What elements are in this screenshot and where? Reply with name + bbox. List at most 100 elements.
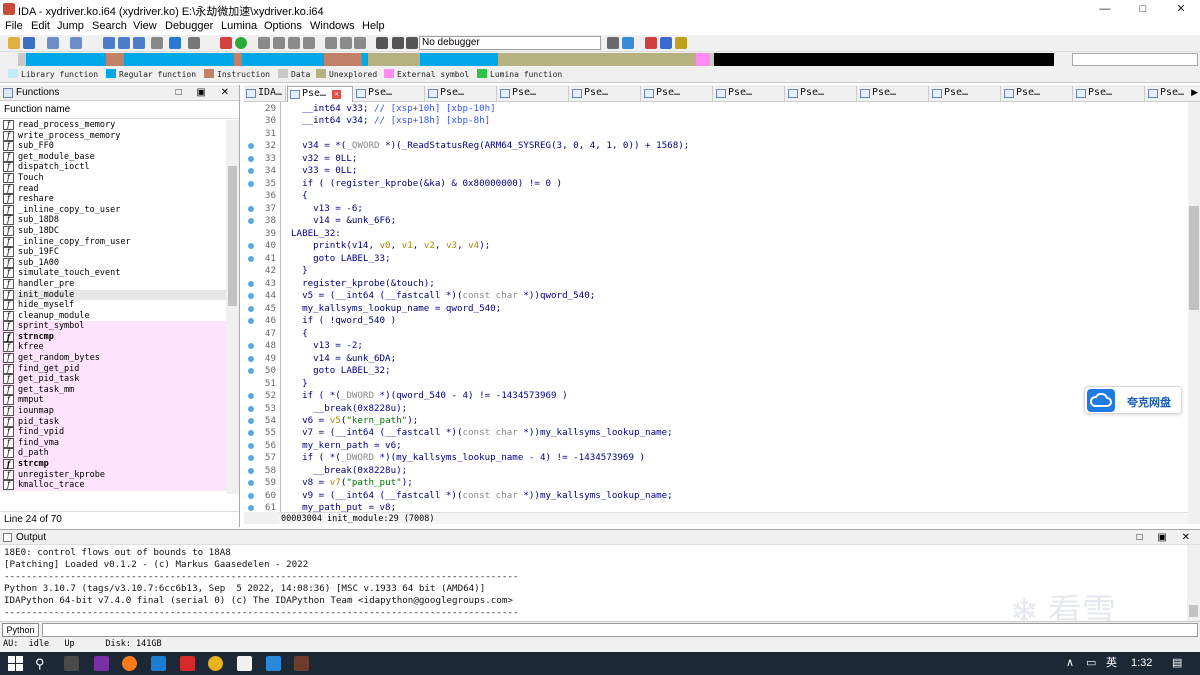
menu-debugger[interactable]: Debugger (165, 20, 213, 32)
code-line[interactable]: 42 } (244, 265, 1188, 277)
code-line[interactable]: 47 { (244, 328, 1188, 340)
code-hscroll-left[interactable] (244, 512, 279, 524)
stop-icon[interactable] (406, 37, 418, 49)
code-line[interactable]: 40 printk(v14, v0, v1, v2, v3, v4); (244, 240, 1188, 252)
back-icon[interactable] (47, 37, 59, 49)
lumina-push-icon[interactable] (660, 37, 672, 49)
tab-pseudocode-4[interactable]: Pse… (498, 86, 569, 102)
function-list-item[interactable]: f read (0, 183, 226, 195)
close-button[interactable]: ✕ (1166, 1, 1196, 17)
breakpoint-marker-icon[interactable] (248, 355, 254, 362)
tab-pseudocode-6[interactable]: Pse… (642, 86, 713, 102)
code-line[interactable]: 34 v33 = 0LL; (244, 165, 1188, 177)
code-line[interactable]: 36 { (244, 190, 1188, 202)
notifications-icon[interactable]: ▤ (1172, 656, 1182, 671)
breakpoint-marker-icon[interactable] (248, 293, 254, 300)
binary-icon[interactable] (133, 37, 145, 49)
function-list-item[interactable]: f get_pid_task (0, 374, 226, 385)
function-list-item[interactable]: f Touch (0, 172, 226, 184)
play-icon[interactable] (376, 37, 388, 49)
code-line[interactable]: 31 (244, 128, 1188, 140)
ida-pro-taskbar-icon[interactable] (294, 656, 309, 671)
onenote-icon[interactable] (94, 656, 109, 671)
function-list-item[interactable]: f write_process_memory (0, 130, 226, 142)
functions-scrollbar[interactable] (226, 120, 239, 494)
code-line[interactable]: 54 v6 = v5("kern_path"); (244, 415, 1188, 427)
tab-pseudocode-13[interactable]: Pse… (1146, 86, 1200, 102)
nav-select[interactable] (1072, 53, 1198, 66)
folder-icon[interactable] (151, 656, 166, 671)
code-line[interactable]: 35 if ( (register_kprobe(&ka) & 0x800000… (244, 178, 1188, 190)
function-list-item[interactable]: f _inline_copy_from_user (0, 236, 226, 248)
tab-pseudocode-12[interactable]: Pse… (1074, 86, 1145, 102)
code-line[interactable]: 57 if ( *(_DWORD *)(my_kallsyms_lookup_n… (244, 452, 1188, 464)
task-view-icon[interactable] (64, 656, 79, 671)
refresh-icon[interactable] (622, 37, 634, 49)
tab-pseudocode-5[interactable]: Pse… (570, 86, 641, 102)
function-list-item[interactable]: f init_module (0, 289, 226, 301)
copy-icon[interactable] (103, 37, 115, 49)
breakpoint-marker-icon[interactable] (248, 467, 254, 474)
breakpoint-marker-icon[interactable] (248, 492, 254, 499)
menu-help[interactable]: Help (362, 20, 385, 32)
tab-pseudocode-2[interactable]: Pse… (354, 86, 425, 102)
maximize-button[interactable]: □ (1128, 1, 1158, 17)
function-list-item[interactable]: f mmput (0, 395, 226, 407)
code-line[interactable]: 38 v14 = &unk_6F6; (244, 215, 1188, 227)
tab-pseudocode-1[interactable]: Pse… ✕ (287, 86, 353, 102)
clock[interactable]: 1:32 (1131, 656, 1152, 671)
function-list-item[interactable]: f find_vpid (0, 427, 226, 438)
search-icon[interactable]: ⚲ (35, 656, 50, 671)
run-script-icon[interactable] (235, 37, 247, 49)
function-list-item[interactable]: f simulate_touch_event (0, 268, 226, 279)
code-line[interactable]: 33 v32 = 0LL; (244, 153, 1188, 165)
attach-icon[interactable] (607, 37, 619, 49)
code-line[interactable]: 46 if ( !qword_540 ) (244, 315, 1188, 327)
function-list-item[interactable]: f pid_task (0, 416, 226, 428)
tab-pseudocode-11[interactable]: Pse… (1002, 86, 1073, 102)
function-list-item[interactable]: f reshare (0, 194, 226, 205)
function-list-item[interactable]: f _inline_copy_to_user (0, 204, 226, 216)
wps-icon[interactable] (180, 656, 195, 671)
functions-scroll-thumb[interactable] (228, 166, 237, 306)
function-list-item[interactable]: f handler_pre (0, 278, 226, 290)
function-list-item[interactable]: f d_path (0, 448, 226, 459)
tab-pseudocode-8[interactable]: Pse… (786, 86, 857, 102)
menu-options[interactable]: Options (264, 20, 302, 32)
menu-edit[interactable]: Edit (31, 20, 50, 32)
breakpoint-marker-icon[interactable] (248, 155, 254, 162)
lumina-pull-icon[interactable] (645, 37, 657, 49)
plugin-icon[interactable] (675, 37, 687, 49)
python-cli-input[interactable] (42, 623, 1198, 637)
code-line[interactable]: 51 } (244, 378, 1188, 390)
code-line[interactable]: 56 my_kern_path = v6; (244, 440, 1188, 452)
code-line[interactable]: 49 v14 = &unk_6DA; (244, 353, 1188, 365)
graph-icon[interactable] (220, 37, 232, 49)
pseudocode-view[interactable]: 29 __int64 v33; // [xsp+10h] [xbp-10h] 30… (244, 102, 1188, 512)
tab-pseudocode-7[interactable]: Pse… (714, 86, 785, 102)
function-list-item[interactable]: f strncmp (0, 331, 226, 343)
code-line[interactable]: 29 __int64 v33; // [xsp+10h] [xbp-10h] (244, 103, 1188, 115)
code-line[interactable]: 41 goto LABEL_33; (244, 253, 1188, 265)
code-line[interactable]: 59 v8 = v7("path_put"); (244, 477, 1188, 489)
menu-windows[interactable]: Windows (310, 20, 355, 32)
function-list-item[interactable]: f sub_18DC (0, 225, 226, 237)
breakpoint-marker-icon[interactable] (248, 305, 254, 312)
function-list-item[interactable]: f hide_myself (0, 300, 226, 311)
breakpoint-marker-icon[interactable] (248, 218, 254, 225)
breakpoint-marker-icon[interactable] (248, 243, 254, 250)
menu-file[interactable]: File (5, 20, 23, 32)
function-list-item[interactable]: f sub_FF0 (0, 141, 226, 152)
code-line[interactable]: 32 v34 = *(_QWORD *)(_ReadStatusReg(ARM6… (244, 140, 1188, 152)
breakpoint-marker-icon[interactable] (248, 505, 254, 512)
function-list-item[interactable]: f kfree (0, 342, 226, 354)
function-list-item[interactable]: f sub_19FC (0, 247, 226, 258)
code-line[interactable]: 30 __int64 v34; // [xsp+18h] [xbp-8h] (244, 115, 1188, 127)
function-list-item[interactable]: f iounmap (0, 406, 226, 417)
code-line[interactable]: 43 register_kprobe(&touch); (244, 278, 1188, 290)
breakpoint-marker-icon[interactable] (248, 180, 254, 187)
struct-icon[interactable] (258, 37, 270, 49)
python-cli-button[interactable]: Python (2, 623, 39, 637)
tab-pseudocode-3[interactable]: Pse… (426, 86, 497, 102)
text-icon[interactable] (188, 37, 200, 49)
